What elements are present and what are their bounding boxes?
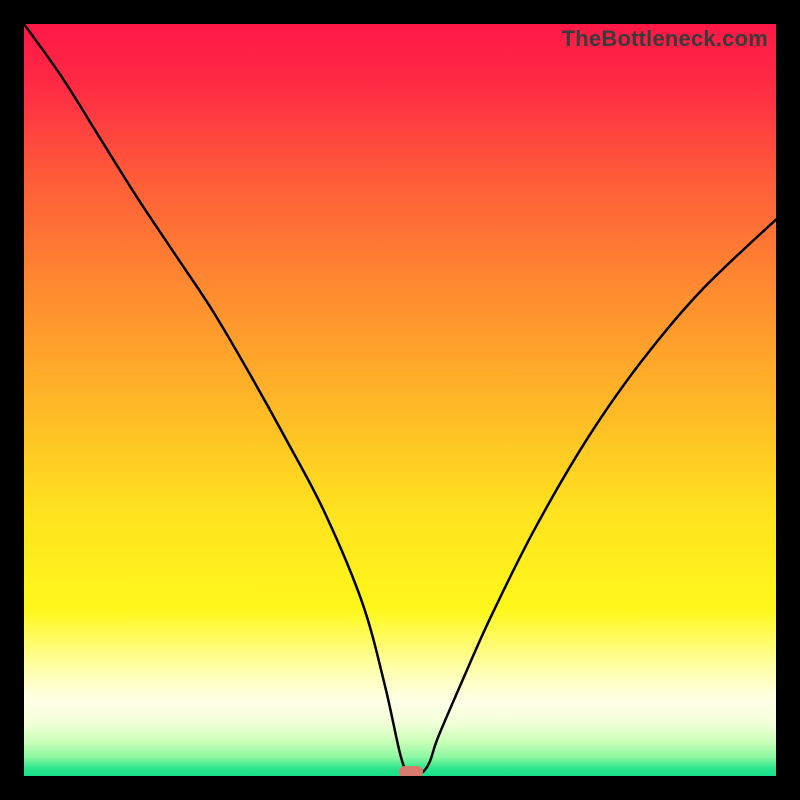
chart-frame: TheBottleneck.com xyxy=(0,0,800,800)
minimum-marker xyxy=(399,766,423,776)
plot-area: TheBottleneck.com xyxy=(24,24,776,776)
bottleneck-curve xyxy=(24,24,776,776)
